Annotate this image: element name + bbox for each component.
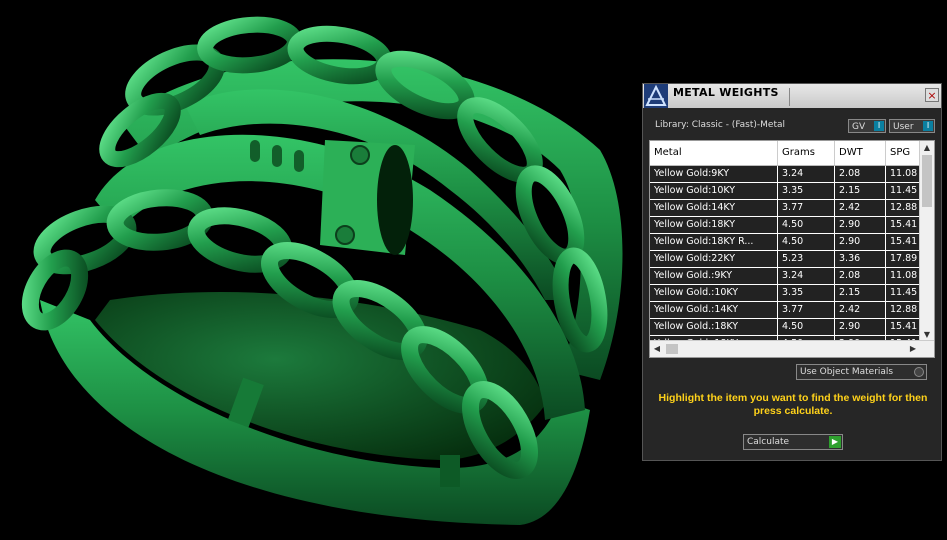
ring-model [21,16,623,525]
table-row[interactable]: Yellow Gold.:9KY 3.24 2.08 11.08 [650,268,920,285]
table-cell: 4.50 [778,217,835,233]
scroll-down-icon[interactable]: ▼ [920,330,934,339]
radio-icon[interactable] [914,367,924,377]
table-cell: 2.90 [835,319,886,335]
scroll-up-icon[interactable]: ▲ [920,143,934,152]
table-row[interactable]: Yellow Gold:18KY 4.50 2.90 15.41 [650,217,920,234]
vertical-scrollbar[interactable]: ▲ ▼ [919,141,934,341]
table-cell: 3.36 [835,251,886,267]
user-toggle-label: User [893,122,914,132]
column-header-grams[interactable]: Grams [778,141,835,165]
gv-toggle[interactable]: GV I [848,119,886,133]
close-button[interactable]: × [925,88,939,102]
table-cell: 2.42 [835,302,886,318]
scroll-right-icon[interactable]: ▶ [906,344,920,353]
table-cell: Yellow Gold:9KY [650,166,778,182]
table-row[interactable]: Yellow Gold:18KY R... 4.50 2.90 15.41 [650,234,920,251]
table-cell: Yellow Gold.:9KY [650,268,778,284]
table-cell: 3.24 [778,166,835,182]
user-toggle[interactable]: User I [889,119,935,133]
scroll-left-icon[interactable]: ◀ [650,344,664,353]
play-icon: ▶ [829,436,841,448]
table-cell: Yellow Gold:14KY [650,200,778,216]
table-cell: 2.08 [835,166,886,182]
table-cell: Yellow Gold:22KY [650,251,778,267]
calculate-label: Calculate [747,437,790,447]
table-cell: Yellow Gold.:18KY [650,319,778,335]
table-cell: Yellow Gold.:14KY [650,302,778,318]
table-cell: 4.50 [778,234,835,250]
table-cell: 2.08 [835,268,886,284]
table-cell: 5.23 [778,251,835,267]
table-body: Yellow Gold:9KY 3.24 2.08 11.08 Yellow Gold:… [650,166,920,353]
horizontal-scroll-thumb[interactable] [666,344,678,354]
table-cell: 2.15 [835,183,886,199]
table-cell: 3.77 [778,302,835,318]
library-label: Library: Classic - (Fast)-Metal [655,120,786,130]
gv-toggle-knob: I [874,121,884,131]
horizontal-scrollbar[interactable]: ◀ ▶ [650,340,934,357]
table-cell: Yellow Gold:10KY [650,183,778,199]
metal-table[interactable]: Metal Grams DWT SPG Yellow Gold:9KY 3.24 2… [649,140,935,358]
column-header-dwt[interactable]: DWT [835,141,886,165]
table-row[interactable]: Yellow Gold:14KY 3.77 2.42 12.88 [650,200,920,217]
title-divider [789,88,790,106]
table-row[interactable]: Yellow Gold.:14KY 3.77 2.42 12.88 [650,302,920,319]
table-header: Metal Grams DWT SPG [650,141,920,166]
table-row[interactable]: Yellow Gold:10KY 3.35 2.15 11.45 [650,183,920,200]
gv-toggle-label: GV [852,122,866,132]
calculate-button[interactable]: Calculate ▶ [743,434,843,450]
table-row[interactable]: Yellow Gold:22KY 5.23 3.36 17.89 [650,251,920,268]
use-object-materials-label: Use Object Materials [800,367,894,377]
app-logo-icon [644,84,668,108]
table-cell: 2.90 [835,217,886,233]
user-toggle-knob: I [923,121,933,131]
table-cell: 2.90 [835,234,886,250]
use-object-materials-option[interactable]: Use Object Materials [796,364,927,380]
table-cell: 3.24 [778,268,835,284]
table-cell: 3.77 [778,200,835,216]
table-row[interactable]: Yellow Gold:9KY 3.24 2.08 11.08 [650,166,920,183]
table-cell: Yellow Gold:18KY R... [650,234,778,250]
metal-weights-panel: METAL WEIGHTS × Library: Classic - (Fast… [642,83,942,461]
table-cell: 2.42 [835,200,886,216]
table-row[interactable]: Yellow Gold.:10KY 3.35 2.15 11.45 [650,285,920,302]
table-cell: 3.35 [778,183,835,199]
instruction-text: Highlight the item you want to find the … [658,392,928,417]
title-bar[interactable]: METAL WEIGHTS × [643,84,941,108]
table-cell: Yellow Gold:18KY [650,217,778,233]
table-row[interactable]: Yellow Gold.:18KY 4.50 2.90 15.41 [650,319,920,336]
table-cell: 2.15 [835,285,886,301]
table-cell: 3.35 [778,285,835,301]
column-header-metal[interactable]: Metal [650,141,778,165]
table-cell: Yellow Gold.:10KY [650,285,778,301]
table-cell: 4.50 [778,319,835,335]
vertical-scroll-thumb[interactable] [922,155,932,207]
panel-title: METAL WEIGHTS [673,86,779,99]
